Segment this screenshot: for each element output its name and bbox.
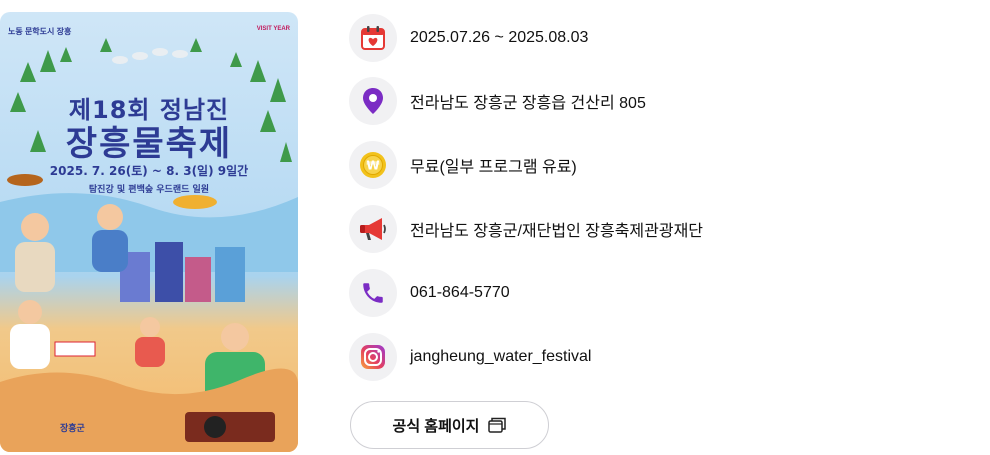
svg-text:₩: ₩ [366,159,380,173]
calendar-icon [349,14,397,62]
poster-venue: 탐진강 및 편백숲 우드랜드 일원 [88,185,210,195]
official-homepage-label: 공식 홈페이지 [392,417,480,435]
festival-host: 전라남도 장흥군/재단법인 장흥축제관광재단 [410,223,704,240]
poster-title: 장흥물축제 [65,124,233,164]
poster-footer-logo: 장흥군 [60,423,85,433]
phone-icon [349,269,397,317]
info-row-phone: 061-864-5770 [349,269,510,317]
info-row-instagram: jangheung_water_festival [349,333,591,381]
info-row-period: 2025.07.26 ~ 2025.08.03 [349,14,588,62]
instagram-icon [349,333,397,381]
festival-instagram: jangheung_water_festival [410,348,592,365]
poster-logo-left: 노동 문학도시 장흥 [8,27,72,36]
poster-dates: 2025. 7. 26(토) ~ 8. 3(일) 9일간 [49,164,249,178]
info-row-host: 전라남도 장흥군/재단법인 장흥축제관광재단 [349,205,703,253]
poster-logo-right: VISIT YEAR [256,26,290,32]
megaphone-icon [349,205,397,253]
poster-illustration [0,38,298,452]
location-pin-icon [349,77,397,125]
festival-poster: 노동 문학도시 장흥 VISIT YEAR 제18회 정남진 장흥물축제 202… [0,12,298,452]
festival-period: 2025.07.26 ~ 2025.08.03 [410,29,589,46]
festival-address: 전라남도 장흥군 장흥읍 건산리 805 [410,95,646,112]
coin-icon: ₩ [349,141,397,189]
info-row-fee: ₩ 무료(일부 프로그램 유료) [349,141,577,189]
festival-fee: 무료(일부 프로그램 유료) [410,159,577,176]
official-homepage-button[interactable]: 공식 홈페이지 [350,401,549,449]
new-window-icon [488,417,507,433]
info-row-address: 전라남도 장흥군 장흥읍 건산리 805 [349,77,646,125]
festival-phone: 061-864-5770 [410,284,510,301]
